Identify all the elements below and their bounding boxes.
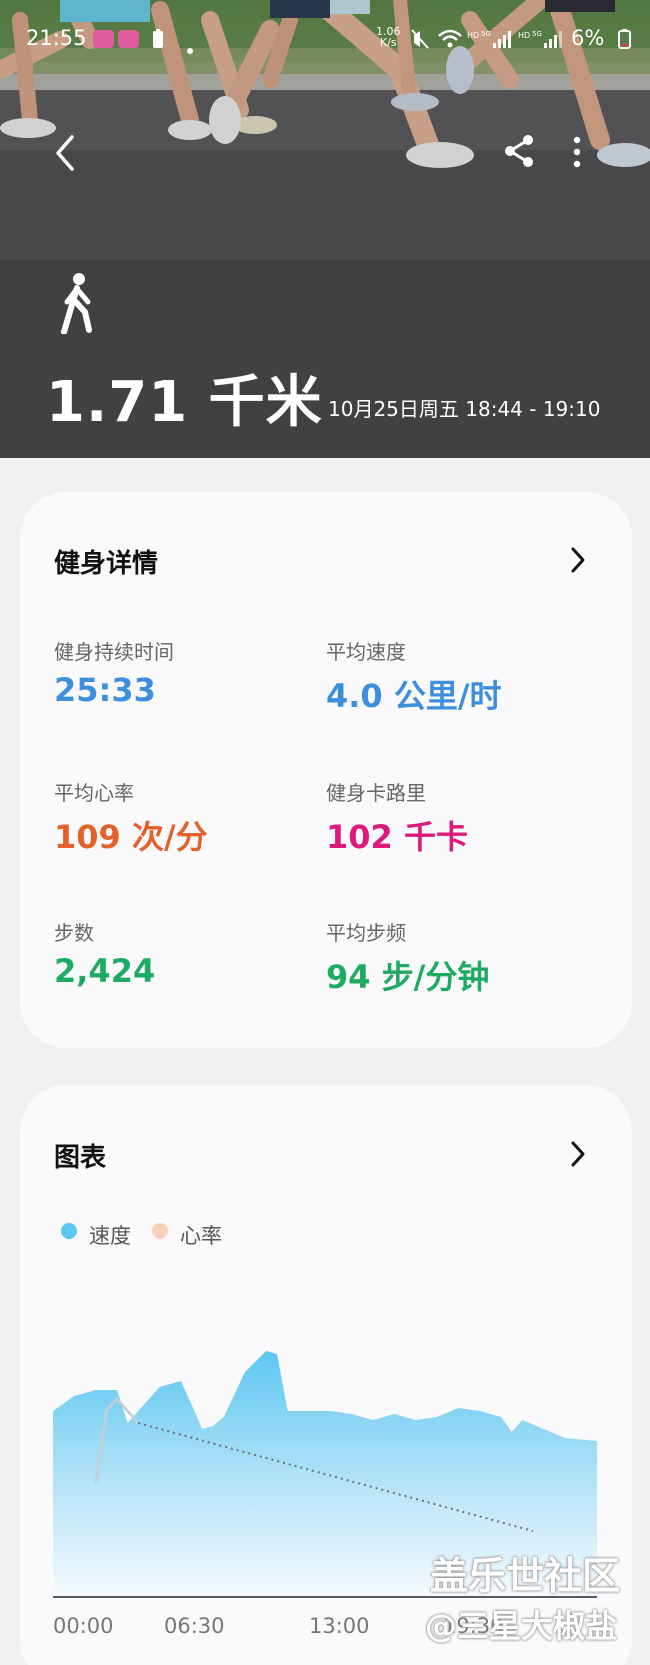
x-tick-label: 00:00 xyxy=(53,1614,114,1638)
x-tick-label: 13:00 xyxy=(309,1614,370,1638)
screen: 21:55 1.06 K/s HD 5G HD 5G 6% 1.71 千米 10… xyxy=(0,0,650,1665)
speed-heart-rate-chart xyxy=(53,1351,597,1598)
watermark-community: 盖乐世社区 xyxy=(430,1554,621,1598)
x-tick-label: 06:30 xyxy=(164,1614,225,1638)
watermark-author: @三星大椒盐 xyxy=(425,1607,618,1645)
